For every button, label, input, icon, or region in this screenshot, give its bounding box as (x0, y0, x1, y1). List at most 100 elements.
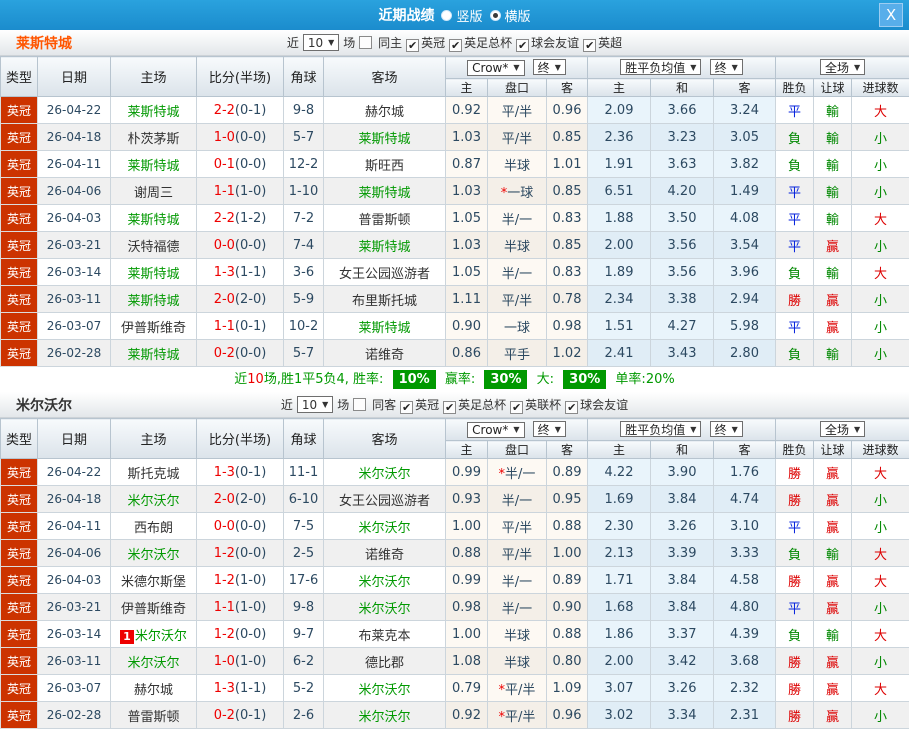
handicap-cell: 一球 (487, 312, 547, 340)
away-team-cell: 女王公园巡游者 (323, 258, 446, 286)
match-row: 英冠 26-03-21 伊普斯维奇 1-1(1-0) 9-8 米尔沃尔 0.98 半/一 0.9… (0, 593, 909, 621)
odds-home-cell: 0.90 (445, 312, 488, 340)
odds-away-cell: 0.90 (546, 593, 588, 621)
league-type-cell: 英冠 (0, 701, 38, 729)
league-filter-checkbox[interactable]: ✔ 英联杯 (506, 398, 561, 414)
handicap-cell: 平/半 (487, 96, 547, 124)
league-filter-checkbox[interactable]: ✔ 球会友谊 (561, 398, 628, 414)
avg-lose-cell: 3.24 (712, 96, 777, 124)
section-header-millwall: 米尔沃尔 近 10 场 同客 ✔英冠✔英足总杯✔英联杯✔球会友谊 (0, 392, 909, 418)
odds-final-select[interactable]: 终 (532, 421, 566, 438)
avg-lose-cell: 3.96 (712, 258, 777, 286)
handicap-value: 一球 (503, 320, 530, 336)
league-type-cell: 英冠 (0, 204, 38, 232)
league-type-cell: 英冠 (0, 512, 38, 540)
same-away-checkbox[interactable]: 同客 (349, 396, 396, 413)
avg-select[interactable]: 胜平负均值 (620, 59, 702, 76)
match-row: 英冠 26-04-03 米德尔斯堡 1-2(1-0) 17-6 米尔沃尔 0.99 半/一 0.… (0, 566, 909, 594)
home-team-name: 米尔沃尔 (134, 628, 187, 644)
avg-draw-cell: 3.23 (650, 123, 714, 151)
score-cell: 1-3(0-1) (196, 458, 284, 486)
score-cell: 1-2(0-0) (196, 620, 284, 648)
handicap-value: 平手 (503, 347, 530, 363)
avg-final-select[interactable]: 终 (709, 421, 743, 438)
fullmatch-select[interactable]: 全场 (819, 59, 866, 76)
away-team-cell: 莱斯特城 (323, 177, 446, 205)
team-name-millwall: 米尔沃尔 (16, 397, 72, 414)
away-team-cell: 普雷斯顿 (323, 204, 446, 232)
result-wdl-cell: 負 (775, 339, 815, 367)
odds-away-cell: 0.98 (546, 312, 588, 340)
layout-radio-horizontal[interactable]: 横版 (483, 6, 531, 25)
avg-draw-cell: 3.43 (650, 339, 714, 367)
result-goals-cell: 小 (851, 485, 909, 513)
games-label: 场 (337, 398, 350, 412)
home-team-cell: 朴茨茅斯 (110, 123, 197, 151)
result-handicap-cell: 贏 (813, 312, 853, 340)
record-summary-leicester: 近10场,胜1平5负4, 胜率: 10% 赢率: 30% 大: 30% 单率:2… (234, 370, 675, 389)
result-goals-cell: 大 (851, 539, 909, 567)
handicap-value: 半/一 (501, 493, 533, 509)
close-icon: X (885, 6, 897, 24)
fullmatch-select[interactable]: 全场 (819, 421, 866, 438)
match-count-select[interactable]: 10 (302, 34, 340, 51)
halftime-score: (0-1) (234, 318, 267, 334)
league-filter-checkbox[interactable]: ✔ 英冠 (402, 36, 445, 52)
away-team-cell: 莱斯特城 (323, 231, 446, 259)
home-team-name: 斯托克城 (127, 466, 180, 482)
match-row: 英冠 26-03-07 伊普斯维奇 1-1(0-1) 10-2 莱斯特城 0.90 一球 0.9… (0, 312, 909, 340)
away-team-cell: 米尔沃尔 (323, 512, 446, 540)
layout-vertical-label: 竖版 (456, 9, 483, 25)
score-cell: 2-0(2-0) (196, 285, 284, 313)
over-rate-badge: 30% (563, 370, 607, 389)
halftime-score: (2-0) (234, 491, 267, 507)
avg-draw-cell: 3.42 (650, 647, 714, 675)
corners-cell: 5-9 (283, 285, 324, 313)
league-filter-checkbox[interactable]: ✔ 英足总杯 (439, 398, 506, 414)
avg-draw-cell: 3.63 (650, 150, 714, 178)
league-filter-checkbox[interactable]: ✔ 球会友谊 (512, 36, 579, 52)
avg-lose-cell: 5.98 (712, 312, 777, 340)
subcol-odds-home: 主 (445, 78, 488, 97)
league-filter-checkbox[interactable]: ✔ 英超 (579, 36, 622, 52)
away-team-name: 布里斯托城 (351, 293, 417, 309)
home-team-name: 朴茨茅斯 (127, 131, 180, 147)
avg-select[interactable]: 胜平负均值 (620, 421, 702, 438)
odds-final-select[interactable]: 终 (532, 59, 566, 76)
avg-final-select[interactable]: 终 (709, 59, 743, 76)
result-wdl-cell: 勝 (775, 647, 815, 675)
avg-lose-cell: 2.94 (712, 285, 777, 313)
match-row: 英冠 26-03-14 1 米尔沃尔 1-2(0-0) 9-7 布莱克本 1.00 半球 0.88… (0, 620, 909, 648)
odds-home-cell: 1.03 (445, 177, 488, 205)
result-wdl-cell: 勝 (775, 485, 815, 513)
match-row: 英冠 26-04-11 西布朗 0-0(0-0) 7-5 米尔沃尔 1.00 平/半 0.88 2… (0, 512, 909, 540)
result-wdl-cell: 勝 (775, 701, 815, 729)
handicap-value: 半/一 (501, 574, 533, 590)
odds-away-cell: 0.78 (546, 285, 588, 313)
same-home-checkbox[interactable]: 同主 (355, 34, 402, 51)
match-date-cell: 26-04-06 (37, 177, 111, 205)
fulltime-score: 2-0 (213, 291, 235, 307)
league-filter-checkbox[interactable]: ✔ 英冠 (396, 398, 439, 414)
score-cell: 0-0(0-0) (196, 512, 284, 540)
handicap-value: 一球 (507, 185, 534, 201)
match-row: 英冠 26-04-18 朴茨茅斯 1-0(0-0) 5-7 莱斯特城 1.03 平/半 0.85… (0, 123, 909, 151)
match-date-cell: 26-03-14 (37, 258, 111, 286)
league-type-cell: 英冠 (0, 593, 38, 621)
odds-company-select[interactable]: Crow* (467, 421, 525, 438)
odds-company-select[interactable]: Crow* (467, 59, 525, 76)
avg-lose-cell: 3.10 (712, 512, 777, 540)
handicap-value: 平/半 (501, 547, 533, 563)
league-type-cell: 英冠 (0, 566, 38, 594)
home-team-name: 莱斯特城 (127, 104, 180, 120)
fulltime-score: 0-0 (213, 237, 235, 253)
home-team-name: 米尔沃尔 (127, 655, 180, 671)
odds-home-cell: 0.88 (445, 539, 488, 567)
match-row: 英冠 26-03-11 莱斯特城 2-0(2-0) 5-9 布里斯托城 1.11 平/半 0.7… (0, 285, 909, 313)
result-wdl-cell: 勝 (775, 566, 815, 594)
league-filter-checkbox[interactable]: ✔ 英足总杯 (445, 36, 512, 52)
layout-radio-vertical[interactable]: 竖版 (434, 6, 483, 25)
close-button[interactable]: X (879, 3, 903, 27)
match-count-select[interactable]: 10 (296, 396, 334, 413)
avg-win-cell: 1.86 (587, 620, 651, 648)
